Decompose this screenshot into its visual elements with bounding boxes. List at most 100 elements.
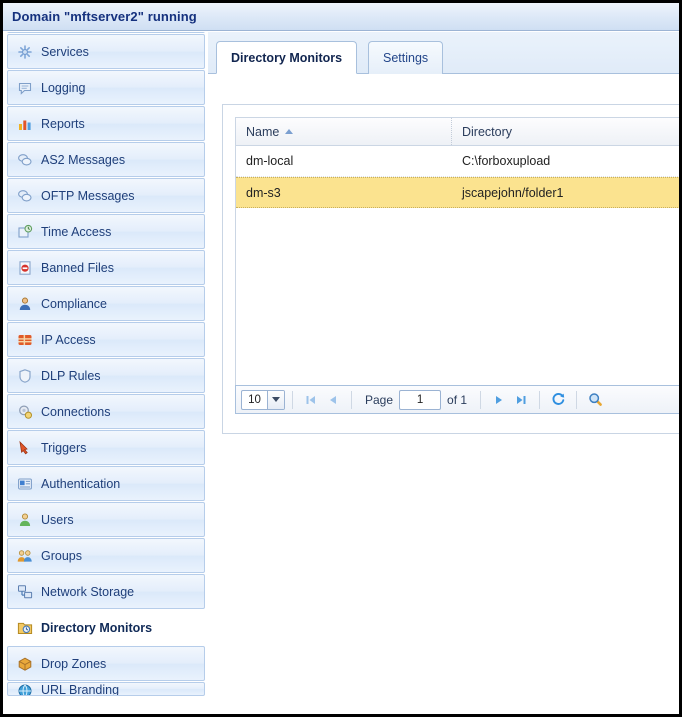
- page-label: Page: [365, 392, 394, 407]
- column-header-label: Directory: [462, 124, 513, 139]
- tab-label: Directory Monitors: [231, 50, 343, 65]
- first-page-icon[interactable]: [300, 390, 322, 410]
- users-icon: [17, 512, 33, 528]
- sidebar-item-label: AS2 Messages: [41, 152, 126, 167]
- sidebar-item-compliance[interactable]: Compliance: [7, 286, 205, 321]
- sidebar-item-description[interactable]: Description: [7, 32, 205, 33]
- grid-header-row: Name Directory: [236, 118, 679, 146]
- authentication-icon: [17, 476, 33, 492]
- toolbar-separator: [351, 390, 352, 409]
- cell-name: dm-s3: [246, 185, 281, 200]
- compliance-icon: [17, 296, 33, 312]
- tab-directory-monitors[interactable]: Directory Monitors: [216, 41, 358, 74]
- sidebar-item-triggers[interactable]: Triggers: [7, 430, 205, 465]
- sidebar-item-users[interactable]: Users: [7, 502, 205, 537]
- sidebar-item-label: Logging: [41, 80, 86, 95]
- sidebar-item-banned-files[interactable]: Banned Files: [7, 250, 205, 285]
- previous-page-icon[interactable]: [322, 390, 344, 410]
- toolbar-separator: [539, 390, 541, 409]
- cell-directory: jscapejohn/folder1: [462, 185, 564, 200]
- toolbar-separator: [480, 390, 482, 409]
- sidebar-item-groups[interactable]: Groups: [7, 538, 205, 573]
- last-page-icon[interactable]: [510, 390, 532, 410]
- sidebar-item-label: DLP Rules: [41, 368, 101, 383]
- sidebar-nav[interactable]: Description Services Logging Reports AS2 Mes…: [3, 32, 208, 714]
- total-pages-label: of 1: [447, 392, 468, 407]
- main-panel: Directory Monitors Settings Name Directo…: [208, 32, 679, 714]
- sidebar-item-dlp-rules[interactable]: DLP Rules: [7, 358, 205, 393]
- reports-icon: [17, 116, 33, 132]
- tab-label: Settings: [383, 51, 429, 65]
- next-page-icon[interactable]: [488, 390, 510, 410]
- sidebar-item-as2-messages[interactable]: AS2 Messages: [7, 142, 205, 177]
- ip-access-icon: [17, 332, 33, 348]
- refresh-icon[interactable]: [547, 390, 569, 410]
- sidebar-item-authentication[interactable]: Authentication: [7, 466, 205, 501]
- sidebar-item-label: Authentication: [41, 476, 121, 491]
- sidebar-item-label: OFTP Messages: [41, 188, 135, 203]
- column-header-name[interactable]: Name: [236, 118, 452, 145]
- grid-container: Name Directory dm-local C:\forboxupload: [222, 104, 679, 434]
- page-size-select[interactable]: 10: [241, 389, 285, 410]
- sort-ascending-icon: [285, 129, 294, 134]
- sidebar-item-drop-zones[interactable]: Drop Zones: [7, 646, 205, 681]
- oftp-messages-icon: [17, 188, 33, 204]
- network-storage-icon: [17, 584, 33, 600]
- sidebar-item-network-storage[interactable]: Network Storage: [7, 574, 205, 609]
- groups-icon: [17, 548, 33, 564]
- sidebar-item-label: Users: [41, 512, 74, 527]
- sidebar-item-label: Time Access: [41, 224, 112, 239]
- window-title-bar: Domain "mftserver2" running: [3, 3, 679, 31]
- sidebar-item-connections[interactable]: Connections: [7, 394, 205, 429]
- sidebar-item-reports[interactable]: Reports: [7, 106, 205, 141]
- connections-icon: [17, 404, 33, 420]
- drop-zones-icon: [17, 656, 33, 672]
- directory-monitors-icon: [17, 620, 33, 636]
- as2-messages-icon: [17, 152, 33, 168]
- column-header-directory[interactable]: Directory: [452, 118, 679, 145]
- chevron-down-icon[interactable]: [267, 390, 284, 409]
- sidebar-item-logging[interactable]: Logging: [7, 70, 205, 105]
- table-row[interactable]: dm-local C:\forboxupload: [236, 146, 679, 177]
- tab-settings[interactable]: Settings: [368, 41, 444, 74]
- page-number-input[interactable]: [399, 389, 442, 410]
- sidebar-item-label: IP Access: [41, 332, 96, 347]
- sidebar-item-label: Groups: [41, 548, 82, 563]
- cell-name: dm-local: [246, 154, 294, 168]
- sidebar-item-label: Services: [41, 44, 89, 59]
- sidebar-item-time-access[interactable]: Time Access: [7, 214, 205, 249]
- services-icon: [17, 44, 33, 60]
- pagination-toolbar: 10 Page 1 of 1: [235, 385, 679, 414]
- column-header-label: Name: [246, 124, 280, 139]
- sidebar-item-services[interactable]: Services: [7, 34, 205, 69]
- sidebar-item-label: URL Branding: [41, 683, 120, 696]
- sidebar-item-label: Drop Zones: [41, 656, 107, 671]
- dlp-rules-icon: [17, 368, 33, 384]
- panel-body: Name Directory dm-local C:\forboxupload: [208, 74, 679, 714]
- page-size-value: 10: [248, 393, 261, 406]
- directory-monitors-grid[interactable]: Name Directory dm-local C:\forboxupload: [235, 117, 679, 385]
- table-row[interactable]: dm-s3 jscapejohn/folder1: [236, 177, 679, 208]
- cell-directory: C:\forboxupload: [462, 154, 551, 168]
- sidebar-item-oftp-messages[interactable]: OFTP Messages: [7, 178, 205, 213]
- application-window: Domain "mftserver2" running Description S…: [0, 0, 682, 717]
- url-branding-icon: [17, 683, 33, 695]
- logging-icon: [17, 80, 33, 96]
- page-title: Domain "mftserver2" running: [12, 9, 197, 24]
- sidebar-item-label: Reports: [41, 116, 85, 131]
- sidebar-item-label: Compliance: [41, 296, 108, 311]
- tab-strip: Directory Monitors Settings: [208, 32, 679, 74]
- sidebar-item-label: Directory Monitors: [41, 620, 153, 635]
- banned-files-icon: [17, 260, 33, 276]
- sidebar-item-label: Network Storage: [41, 584, 135, 599]
- search-icon[interactable]: [584, 390, 606, 410]
- sidebar-item-label: Connections: [41, 404, 111, 419]
- sidebar-item-url-branding[interactable]: URL Branding: [7, 682, 205, 696]
- sidebar-item-label: Banned Files: [41, 260, 114, 275]
- content-area: Description Services Logging Reports AS2 Mes…: [3, 32, 679, 714]
- toolbar-separator: [576, 390, 578, 409]
- sidebar-item-ip-access[interactable]: IP Access: [7, 322, 205, 357]
- toolbar-separator: [292, 390, 293, 409]
- sidebar-item-directory-monitors[interactable]: Directory Monitors: [7, 610, 205, 645]
- triggers-icon: [17, 440, 33, 456]
